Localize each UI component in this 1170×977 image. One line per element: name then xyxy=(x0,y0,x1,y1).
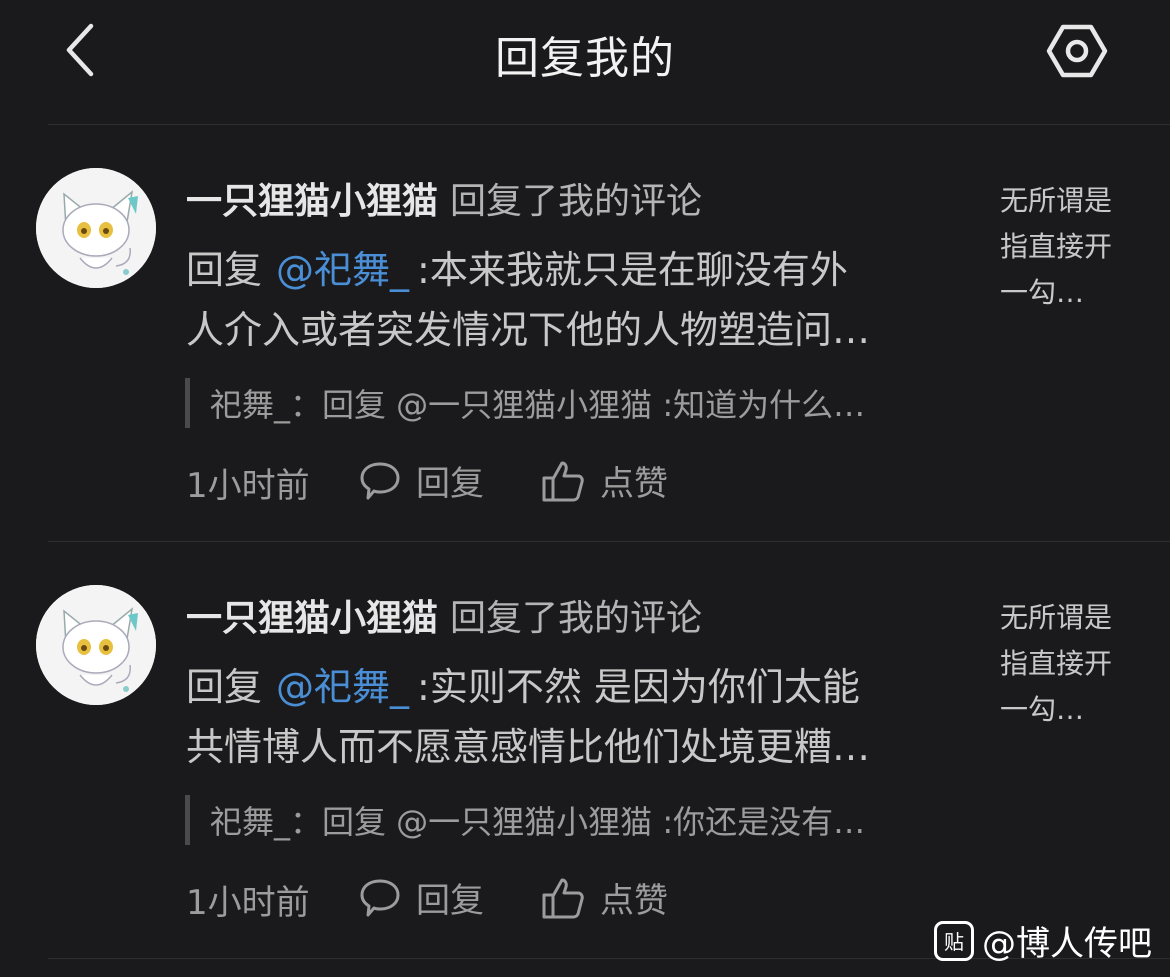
action-text: 回复了我的评论 xyxy=(450,598,703,639)
watermark-text: @博人传吧 xyxy=(982,924,1152,964)
notification-header: 一只狸猫小狸猫 回复了我的评论 xyxy=(186,589,702,641)
reply-line-2: 共情博人而不愿意感情比他们处境更糟… xyxy=(186,725,871,769)
reply-line-1: 回复 @祀舞_:实则不然 是因为你们太能 xyxy=(186,657,956,717)
reply-button[interactable]: 回复 xyxy=(358,456,484,505)
like-label: 点赞 xyxy=(600,464,668,504)
quote-bar xyxy=(185,378,190,428)
reply-notification[interactable]: 一只狸猫小狸猫 回复了我的评论 回复 @祀舞_:本来我就只是在聊没有外 人介入或者突… xyxy=(0,126,1170,542)
speech-bubble-icon xyxy=(360,462,400,499)
notification-header: 一只狸猫小狸猫 回复了我的评论 xyxy=(186,172,702,224)
reply-body-1: :本来我就只是在聊没有外 xyxy=(417,248,848,292)
avatar[interactable] xyxy=(36,585,156,705)
reply-prefix: 回复 xyxy=(186,665,263,709)
reply-prefix: 回复 xyxy=(186,248,263,292)
tieba-logo-icon: 贴 xyxy=(934,920,974,961)
thumbs-up-icon xyxy=(542,461,584,501)
reply-body-1: :实则不然 是因为你们太能 xyxy=(417,665,860,709)
page-title: 回复我的 xyxy=(495,33,675,84)
original-comment-preview[interactable]: 无所谓是指直接开一勾… xyxy=(1000,178,1130,316)
action-text: 回复了我的评论 xyxy=(450,181,703,222)
reply-notification[interactable]: 一只狸猫小狸猫 回复了我的评论 回复 @祀舞_:实则不然 是因为你们太能 共情博人而… xyxy=(0,543,1170,959)
avatar[interactable] xyxy=(36,168,156,288)
reply-button[interactable]: 回复 xyxy=(358,873,484,922)
mention-link[interactable]: @祀舞_ xyxy=(276,248,409,292)
like-button[interactable]: 点赞 xyxy=(540,873,668,922)
reply-label: 回复 xyxy=(416,464,484,504)
original-comment-preview[interactable]: 无所谓是指直接开一勾… xyxy=(1000,595,1130,733)
top-bar: 回复我的 xyxy=(0,0,1170,124)
reply-label: 回复 xyxy=(416,881,484,921)
thumbs-up-icon xyxy=(542,878,584,918)
like-label: 点赞 xyxy=(600,881,668,921)
like-button[interactable]: 点赞 xyxy=(540,456,668,505)
gear-icon xyxy=(1046,24,1108,78)
username[interactable]: 一只狸猫小狸猫 xyxy=(186,181,438,222)
cat-avatar-icon xyxy=(36,585,156,705)
mention-link[interactable]: @祀舞_ xyxy=(276,665,409,709)
timestamp: 1小时前 xyxy=(186,883,310,923)
reply-line-1: 回复 @祀舞_:本来我就只是在聊没有外 xyxy=(186,240,956,300)
watermark: 贴 @博人传吧 xyxy=(934,916,1152,965)
cat-avatar-icon xyxy=(36,168,156,288)
quoted-comment[interactable]: 祀舞_：回复 @一只狸猫小狸猫 :你还是没有… xyxy=(210,797,865,843)
reply-content[interactable]: 回复 @祀舞_:实则不然 是因为你们太能 共情博人而不愿意感情比他们处境更糟… xyxy=(186,657,956,777)
reply-line-2: 人介入或者突发情况下他的人物塑造问… xyxy=(186,308,871,352)
quoted-comment[interactable]: 祀舞_：回复 @一只狸猫小狸猫 :知道为什么… xyxy=(210,380,865,426)
username[interactable]: 一只狸猫小狸猫 xyxy=(186,598,438,639)
reply-content[interactable]: 回复 @祀舞_:本来我就只是在聊没有外 人介入或者突发情况下他的人物塑造问… xyxy=(186,240,956,360)
timestamp: 1小时前 xyxy=(186,466,310,506)
speech-bubble-icon xyxy=(360,879,400,916)
header-divider xyxy=(48,124,1170,125)
quote-bar xyxy=(185,795,190,845)
item-divider xyxy=(48,541,1170,542)
settings-button[interactable] xyxy=(1042,18,1112,84)
